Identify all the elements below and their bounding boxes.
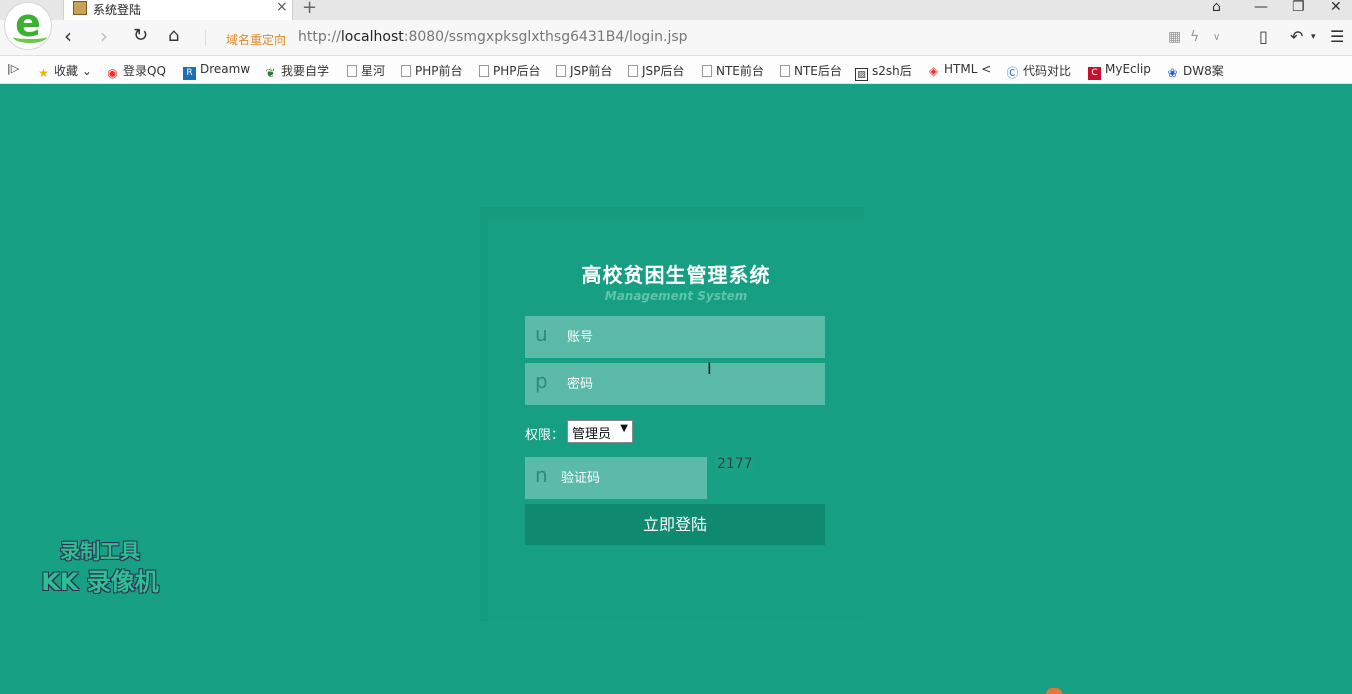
captcha-input[interactable]: [561, 457, 701, 499]
tab-login[interactable]: 系统登陆 ×: [63, 0, 293, 20]
leaf-icon: ❦: [265, 66, 276, 80]
star-icon: ★: [38, 66, 49, 80]
menu-icon[interactable]: ☰: [1330, 27, 1344, 46]
role-selected-value: 管理员: [572, 427, 612, 442]
qq-icon: ◉: [107, 66, 118, 80]
skin-icon[interactable]: ⌂: [1212, 0, 1221, 15]
page-icon: [401, 65, 411, 77]
html-icon: ◈: [928, 64, 939, 78]
home-icon[interactable]: ⌂: [168, 27, 179, 45]
page-icon: [702, 65, 712, 77]
captcha-code[interactable]: 2177: [715, 456, 755, 472]
back-icon[interactable]: ‹: [64, 26, 72, 46]
bookmark-item[interactable]: ◈ HTML <: [927, 62, 991, 78]
chevron-down-icon[interactable]: ∨: [1213, 32, 1220, 43]
bookmark-item[interactable]: ◉ 登录QQ: [106, 62, 166, 80]
bookmark-item[interactable]: ❀ DW8案: [1166, 62, 1223, 80]
role-select[interactable]: 管理员 ▼: [567, 420, 633, 443]
page-icon: [479, 65, 489, 77]
login-button[interactable]: 立即登陆: [525, 504, 825, 545]
password-field: p: [525, 363, 825, 405]
divider: [205, 30, 206, 46]
dreamweaver-icon: R: [183, 67, 196, 80]
minimize-icon[interactable]: —: [1254, 0, 1268, 15]
bookmark-item[interactable]: JSP前台: [556, 62, 612, 79]
bookmark-item[interactable]: ▨ s2sh后: [855, 62, 912, 81]
captcha-letter-icon: n: [535, 463, 548, 487]
page-subtitle: Management System: [604, 289, 748, 303]
password-input[interactable]: [567, 363, 817, 405]
captcha-field: n: [525, 457, 707, 499]
tab-title: 系统登陆: [93, 3, 142, 17]
bookmark-item[interactable]: NTE前台: [702, 62, 764, 79]
bookmark-bar: |▷ ★ 收藏 ⌄ ◉ 登录QQ R Dreamw ❦ 我要自学 星河 PHP前台 PH…: [0, 56, 1352, 84]
reload-icon[interactable]: ↻: [133, 27, 148, 45]
qr-code-icon[interactable]: ▦: [1168, 29, 1181, 45]
page-icon: [628, 65, 638, 77]
role-label: 权限：: [525, 428, 565, 443]
address-bar: ‹ › ↻ ⌂ 域名重定向 http://localhost:8080/ssmg…: [0, 20, 1352, 56]
page-icon: [556, 65, 566, 77]
undo-dropdown-icon[interactable]: ▾: [1311, 32, 1316, 42]
page-icon: [780, 65, 790, 77]
bookmark-item[interactable]: C MyEclip: [1088, 62, 1151, 80]
browser-logo-icon[interactable]: e: [4, 2, 52, 50]
username-input[interactable]: [567, 316, 817, 358]
username-letter-icon: u: [535, 322, 548, 346]
paw-icon: ❀: [1167, 66, 1178, 80]
new-tab-icon[interactable]: +: [302, 0, 317, 18]
bookmark-item[interactable]: 星河: [347, 62, 385, 79]
bookmark-item[interactable]: ❦ 我要自学: [264, 62, 329, 80]
lightning-icon[interactable]: ϟ: [1190, 29, 1199, 45]
forward-icon[interactable]: ›: [100, 26, 108, 46]
tab-strip: e 系统登陆 × + ⌂ — ❐ ✕: [0, 0, 1352, 50]
bookmark-item[interactable]: JSP后台: [628, 62, 684, 79]
bookmark-icon[interactable]: ▯: [1259, 27, 1268, 46]
bookmark-item[interactable]: R Dreamw: [183, 62, 250, 80]
myeclipse-icon: C: [1088, 67, 1101, 80]
bookmark-item[interactable]: PHP前台: [401, 62, 463, 79]
close-window-icon[interactable]: ✕: [1330, 0, 1342, 15]
username-field: u: [525, 316, 825, 358]
text-cursor-icon: Ι: [707, 359, 712, 378]
image-icon: ▨: [855, 68, 868, 81]
watermark-line2: KK 录像机: [41, 568, 159, 596]
tab-close-icon[interactable]: ×: [276, 0, 288, 15]
url-field[interactable]: http://localhost:8080/ssmgxpksglxthsg643…: [298, 29, 688, 45]
undo-icon[interactable]: ↶: [1290, 27, 1303, 46]
dropdown-arrow-icon: ▼: [620, 423, 628, 434]
bookmark-item[interactable]: NTE后台: [780, 62, 842, 79]
sidebar-toggle-icon[interactable]: |▷: [7, 62, 19, 75]
restore-icon[interactable]: ❐: [1292, 0, 1305, 15]
watermark-line1: 录制工具: [60, 539, 140, 563]
page-title: 高校贫困生管理系统: [581, 263, 771, 287]
bookmark-item[interactable]: ★ 收藏 ⌄: [37, 62, 92, 80]
page-icon: [347, 65, 357, 77]
bookmark-item[interactable]: PHP后台: [479, 62, 541, 79]
password-letter-icon: p: [535, 369, 548, 393]
compare-icon: Ⓒ: [1006, 66, 1019, 80]
page-favicon-icon: [73, 1, 87, 15]
corner-decoration: [1046, 688, 1062, 694]
redirect-label: 域名重定向: [226, 33, 287, 47]
bookmark-item[interactable]: Ⓒ 代码对比: [1006, 62, 1071, 80]
